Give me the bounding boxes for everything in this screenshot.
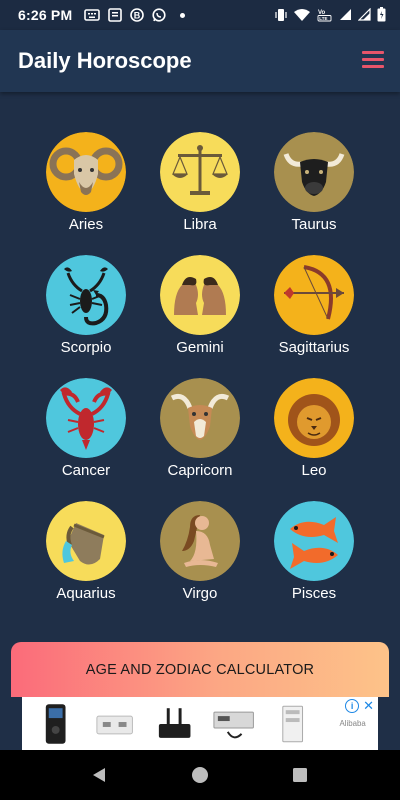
svg-text:LTE: LTE <box>319 16 327 21</box>
system-status-icons: Vo LTE <box>275 7 386 22</box>
sign-circle-gemini <box>160 255 240 335</box>
sign-label: Sagittarius <box>278 339 350 356</box>
sign-label: Scorpio <box>60 339 112 356</box>
sign-label: Taurus <box>291 216 337 233</box>
sign-pisces[interactable]: Pisces <box>254 501 374 611</box>
ram-icon <box>46 132 126 212</box>
status-time: 6:26 PM <box>18 7 73 23</box>
back-icon[interactable] <box>90 766 108 784</box>
sign-leo[interactable]: Leo <box>254 378 374 488</box>
crab-icon <box>46 378 126 458</box>
sign-label: Pisces <box>291 585 337 602</box>
sign-circle-aquarius <box>46 501 126 581</box>
status-bar: 6:26 PM B Vo LTE <box>0 0 400 30</box>
sign-taurus[interactable]: Taurus <box>254 132 374 242</box>
product-image[interactable] <box>30 702 81 746</box>
sign-circle-aries <box>46 132 126 212</box>
app-bar: Daily Horoscope <box>0 30 400 92</box>
sign-circle-capricorn <box>160 378 240 458</box>
sign-virgo[interactable]: Virgo <box>140 501 260 611</box>
sign-label: Virgo <box>182 585 218 602</box>
ad-badges: i ✕ <box>345 699 374 713</box>
sign-label: Aries <box>68 216 104 233</box>
sign-label: Capricorn <box>167 462 233 479</box>
ad-banner[interactable]: Alibaba i ✕ <box>22 697 378 750</box>
sign-aries[interactable]: Aries <box>26 132 146 242</box>
vibrate-icon <box>275 8 287 21</box>
lion-icon <box>274 378 354 458</box>
sign-label: Aquarius <box>56 585 116 602</box>
product-image[interactable] <box>267 702 318 746</box>
svg-text:Alibaba: Alibaba <box>339 718 366 727</box>
goat-icon <box>160 378 240 458</box>
sign-scorpio[interactable]: Scorpio <box>26 255 146 365</box>
sign-libra[interactable]: Libra <box>140 132 260 242</box>
battery-icon <box>377 7 386 22</box>
wifi-icon <box>294 8 310 21</box>
product-image[interactable] <box>208 702 259 746</box>
signal-icon <box>358 8 371 21</box>
water-jar-icon <box>46 501 126 581</box>
ad-close-icon[interactable]: ✕ <box>363 699 374 713</box>
keyboard-icon <box>84 9 101 21</box>
app-title: Daily Horoscope <box>18 48 192 73</box>
maiden-icon <box>160 501 240 581</box>
sign-circle-libra <box>160 132 240 212</box>
sign-label: Gemini <box>176 339 224 356</box>
sign-label: Leo <box>301 462 327 479</box>
svg-text:B: B <box>134 11 141 21</box>
hamburger-menu-icon[interactable] <box>362 51 384 69</box>
sign-circle-pisces <box>274 501 354 581</box>
sign-label: Cancer <box>61 462 111 479</box>
sign-circle-leo <box>274 378 354 458</box>
fish-icon <box>274 501 354 581</box>
sign-circle-taurus <box>274 132 354 212</box>
volte-icon: VoLTE <box>317 10 332 21</box>
sign-cancer[interactable]: Cancer <box>26 378 146 488</box>
calculator-button-label: AGE AND ZODIAC CALCULATOR <box>85 661 315 678</box>
sign-circle-cancer <box>46 378 126 458</box>
twins-icon <box>160 255 240 335</box>
news-icon <box>108 8 123 22</box>
scorpion-icon <box>46 255 126 335</box>
sign-circle-sagittarius <box>274 255 354 335</box>
sign-circle-scorpio <box>46 255 126 335</box>
sign-label: Libra <box>183 216 217 233</box>
dot-icon <box>180 12 186 18</box>
sign-aquarius[interactable]: Aquarius <box>26 501 146 611</box>
whatsapp-icon <box>152 8 166 22</box>
ad-info-icon[interactable]: i <box>345 699 360 713</box>
bow-arrow-icon <box>274 255 354 335</box>
product-image[interactable] <box>89 702 140 746</box>
sign-sagittarius[interactable]: Sagittarius <box>254 255 374 365</box>
sign-gemini[interactable]: Gemini <box>140 255 260 365</box>
navigation-bar <box>0 750 400 800</box>
home-icon[interactable] <box>191 766 209 784</box>
bull-icon <box>274 132 354 212</box>
sign-capricorn[interactable]: Capricorn <box>140 378 260 488</box>
sign-circle-virgo <box>160 501 240 581</box>
product-image[interactable] <box>149 702 200 746</box>
recents-icon[interactable] <box>291 766 309 784</box>
b-app-icon: B <box>130 8 145 22</box>
notification-icons: B <box>84 8 186 22</box>
scales-icon <box>160 132 240 212</box>
age-zodiac-calculator-button[interactable]: AGE AND ZODIAC CALCULATOR <box>11 642 389 697</box>
signal-icon <box>340 9 351 20</box>
